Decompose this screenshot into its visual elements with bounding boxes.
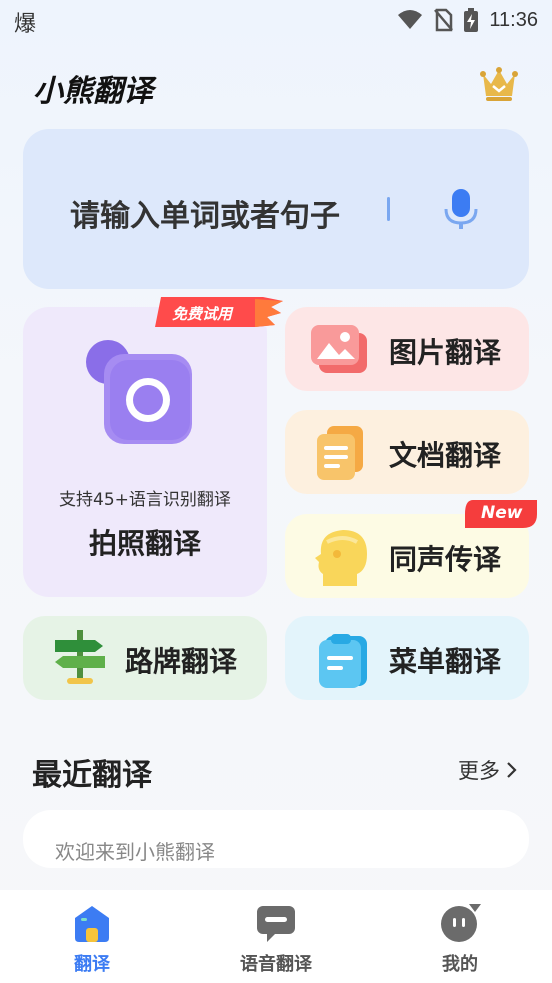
- signpost-icon: [55, 630, 105, 684]
- status-glyph: 爆: [14, 12, 37, 37]
- status-time: 11:36: [489, 8, 538, 31]
- menu-translate-card[interactable]: 菜单翻译: [285, 616, 529, 700]
- recent-item[interactable]: 欢迎来到小熊翻译: [23, 810, 529, 868]
- crown-icon[interactable]: [480, 66, 518, 102]
- photo-translate-subtitle: 支持45+语言识别翻译: [59, 490, 231, 510]
- tab-voice-translate-label: 语音翻译: [240, 954, 312, 975]
- image-icon: [311, 325, 367, 373]
- recent-title: 最近翻译: [32, 758, 152, 793]
- microphone-icon[interactable]: [443, 187, 479, 231]
- status-bar: 爆 11:36: [0, 0, 552, 40]
- clipboard-icon: [319, 634, 367, 688]
- head-icon: [315, 530, 367, 586]
- document-translate-card[interactable]: 文档翻译: [285, 410, 529, 494]
- camera-icon: [86, 340, 192, 444]
- bottom-tab-bar: 翻译 语音翻译 我的: [0, 890, 552, 983]
- search-divider: [387, 197, 390, 221]
- tab-profile[interactable]: 我的: [390, 902, 530, 976]
- chat-icon: [257, 906, 295, 942]
- chevron-right-icon: [507, 762, 517, 778]
- image-translate-label: 图片翻译: [389, 336, 502, 369]
- document-translate-label: 文档翻译: [389, 439, 502, 472]
- roadsign-translate-label: 路牌翻译: [125, 645, 238, 678]
- menu-translate-label: 菜单翻译: [389, 645, 502, 678]
- battery-charging-icon: [464, 8, 479, 32]
- more-link[interactable]: 更多: [458, 755, 518, 785]
- app-title: 小熊翻译: [33, 74, 153, 109]
- no-sim-icon: [434, 8, 454, 32]
- tab-translate-label: 翻译: [74, 954, 110, 975]
- recent-item-text: 欢迎来到小熊翻译: [55, 840, 215, 864]
- tab-translate[interactable]: 翻译: [22, 902, 162, 976]
- more-label: 更多: [458, 759, 500, 783]
- free-trial-badge-label: 免费试用: [172, 305, 233, 323]
- status-icons: 11:36: [397, 8, 538, 32]
- wifi-icon: [398, 10, 423, 29]
- profile-icon: [441, 904, 481, 942]
- search-placeholder[interactable]: 请输入单词或者句子: [70, 191, 340, 235]
- tab-profile-label: 我的: [442, 954, 478, 975]
- image-translate-card[interactable]: 图片翻译: [285, 307, 529, 391]
- new-badge-label: New: [481, 503, 523, 523]
- search-card[interactable]: 请输入单词或者句子: [23, 129, 529, 289]
- home-icon: [75, 906, 109, 942]
- document-icon: [317, 426, 363, 480]
- photo-translate-label[interactable]: 拍照翻译: [23, 522, 267, 562]
- tab-voice-translate[interactable]: 语音翻译: [206, 902, 346, 976]
- simultaneous-translate-label: 同声传译: [389, 543, 502, 576]
- roadsign-translate-card[interactable]: 路牌翻译: [23, 616, 267, 700]
